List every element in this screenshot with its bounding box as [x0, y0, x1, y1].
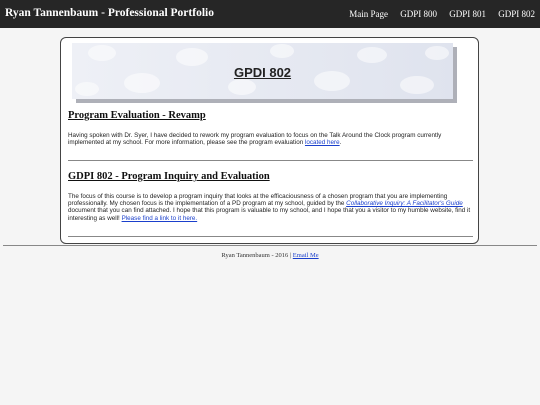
nav-main-page[interactable]: Main Page	[349, 9, 388, 19]
top-nav-bar: Ryan Tannenbaum - Professional Portfolio…	[0, 0, 540, 28]
page-title: GPDI 802	[233, 65, 292, 80]
evaluation-link[interactable]: located here	[305, 139, 340, 146]
evaluation-text-end: .	[339, 139, 342, 147]
footer-divider	[3, 245, 537, 246]
evaluation-text: Having spoken with Dr. Syer, I have deci…	[68, 132, 442, 147]
divider	[68, 236, 473, 237]
footer-text: Ryan Tannenbaum - 2016 |	[221, 252, 293, 259]
main-nav: Main Page GDPI 800 GDPI 801 GDPI 802	[339, 9, 535, 19]
section-text-evaluation: Having spoken with Dr. Syer, I have deci…	[68, 132, 473, 146]
site-title[interactable]: Ryan Tannenbaum - Professional Portfolio	[5, 7, 214, 19]
email-link[interactable]: Email Me	[293, 252, 319, 259]
footer: Ryan Tannenbaum - 2016 | Email Me	[0, 252, 540, 259]
banner: GPDI 802	[72, 43, 453, 99]
content-card: GPDI 802 Program Evaluation - Revamp Hav…	[60, 37, 479, 244]
guide-link[interactable]: Collaborative Inquiry: A Facilitator's G…	[346, 200, 463, 207]
nav-gdpi-800[interactable]: GDPI 800	[400, 9, 437, 19]
nav-gdpi-801[interactable]: GDPI 801	[449, 9, 486, 19]
section-heading-evaluation: Program Evaluation - Revamp	[68, 110, 206, 121]
nav-gdpi-802[interactable]: GDPI 802	[498, 9, 535, 19]
section-heading-course: GDPI 802 - Program Inquiry and Evaluatio…	[68, 171, 270, 182]
divider	[68, 160, 473, 161]
section-text-course: The focus of this course is to develop a…	[68, 193, 473, 222]
program-link[interactable]: Please find a link to it here.	[122, 215, 198, 222]
